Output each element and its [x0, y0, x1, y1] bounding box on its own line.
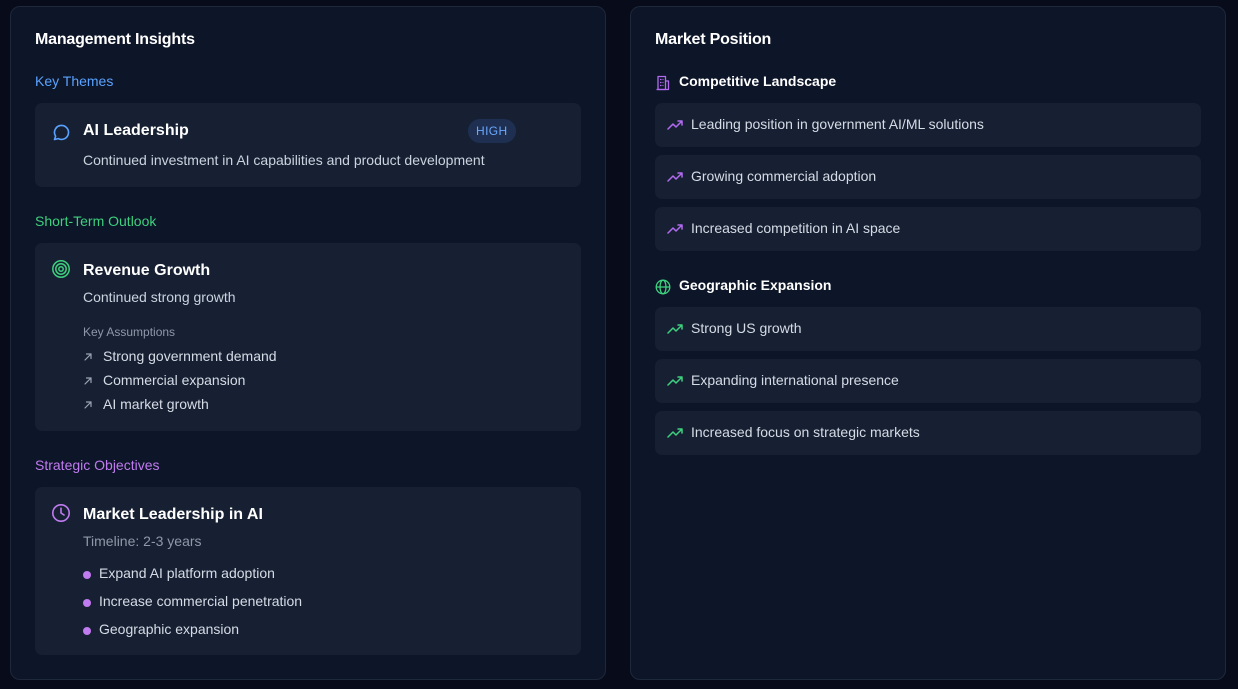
objective-timeline: Timeline: 2-3 years: [83, 533, 202, 549]
trending-up-icon: [667, 120, 683, 130]
assumption-label: Commercial expansion: [103, 372, 246, 388]
bullet-dot: [83, 599, 91, 607]
panel-title: Management Insights: [35, 31, 195, 48]
objective-bullet-label: Increase commercial penetration: [99, 593, 303, 609]
arrow-up-right-icon: [84, 353, 92, 361]
geographic-item[interactable]: Expanding international presence: [655, 359, 1201, 403]
clock-icon: [52, 504, 70, 522]
competitive-item[interactable]: Increased competition in AI space: [655, 207, 1201, 251]
building-icon: [656, 75, 670, 91]
section-label-short-term: Short-Term Outlook: [35, 213, 157, 229]
competitive-item-label: Growing commercial adoption: [691, 168, 877, 184]
trending-up-icon: [667, 428, 683, 438]
chat-bubble-icon: [53, 124, 70, 141]
trending-up-icon: [667, 224, 683, 234]
geographic-item-label: Increased focus on strategic markets: [691, 424, 920, 440]
bullet-dot: [83, 571, 91, 579]
globe-icon: [655, 279, 671, 295]
geographic-item[interactable]: Strong US growth: [655, 307, 1201, 351]
competitive-item-label: Increased competition in AI space: [691, 220, 901, 236]
priority-badge: HIGH: [468, 119, 516, 143]
objective-title: Market Leadership in AI: [83, 506, 263, 523]
outlook-card[interactable]: Revenue Growth Continued strong growth K…: [35, 243, 581, 431]
market-position-panel: Market Position Competitive Landscape Le…: [630, 6, 1226, 680]
panel-title: Market Position: [655, 31, 772, 48]
bullet-dot: [83, 627, 91, 635]
subsection-label: Geographic Expansion: [679, 277, 832, 293]
arrow-up-right-icon: [84, 377, 92, 385]
outlook-description: Continued strong growth: [83, 289, 236, 305]
geographic-item-label: Expanding international presence: [691, 372, 899, 388]
management-insights-panel: Management Insights Key Themes AI Leader…: [10, 6, 606, 680]
trending-up-icon: [667, 324, 683, 334]
competitive-item-label: Leading position in government AI/ML sol…: [691, 116, 984, 132]
assumption-label: Strong government demand: [103, 348, 277, 364]
trending-up-icon: [667, 172, 683, 182]
theme-card[interactable]: AI Leadership HIGH Continued investment …: [35, 103, 581, 187]
assumption-label: AI market growth: [103, 396, 209, 412]
competitive-item[interactable]: Growing commercial adoption: [655, 155, 1201, 199]
trending-up-icon: [667, 376, 683, 386]
geographic-item[interactable]: Increased focus on strategic markets: [655, 411, 1201, 455]
objective-card[interactable]: Market Leadership in AI Timeline: 2-3 ye…: [35, 487, 581, 655]
objective-bullet-label: Expand AI platform adoption: [99, 565, 275, 581]
section-label-key-themes: Key Themes: [35, 73, 114, 89]
assumptions-heading: Key Assumptions: [83, 325, 176, 339]
subsection-label: Competitive Landscape: [679, 73, 837, 89]
arrow-up-right-icon: [84, 401, 92, 409]
competitive-item[interactable]: Leading position in government AI/ML sol…: [655, 103, 1201, 147]
geographic-item-label: Strong US growth: [691, 320, 802, 336]
objective-bullet-label: Geographic expansion: [99, 621, 240, 637]
theme-title: AI Leadership: [83, 122, 189, 139]
target-icon: [52, 260, 70, 278]
section-label-strategic: Strategic Objectives: [35, 457, 160, 473]
theme-description: Continued investment in AI capabilities …: [83, 152, 485, 168]
outlook-title: Revenue Growth: [83, 262, 211, 279]
